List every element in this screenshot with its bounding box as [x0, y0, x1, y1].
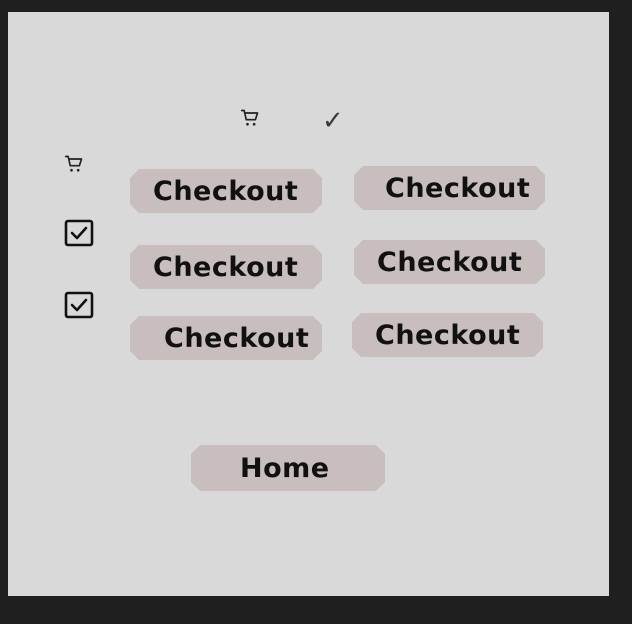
cart-icon[interactable] — [64, 154, 84, 174]
main-panel: ✓ Checkout Checkout Checkout Checkout Ch… — [8, 12, 609, 596]
checkout-label: Checkout — [153, 251, 299, 283]
checkout-button[interactable]: Checkout — [130, 245, 322, 289]
check-icon[interactable]: ✓ — [322, 108, 344, 134]
checkout-button[interactable]: Checkout — [130, 316, 322, 360]
checkout-button[interactable]: Checkout — [352, 313, 543, 357]
cart-icon[interactable] — [240, 108, 260, 128]
checkout-label: Checkout — [164, 322, 310, 354]
home-button[interactable]: Home — [191, 445, 385, 491]
checkout-label: Checkout — [377, 246, 523, 278]
checkout-label: Checkout — [385, 172, 531, 204]
checkout-button[interactable]: Checkout — [354, 240, 545, 284]
home-label: Home — [240, 452, 330, 484]
checked-box-icon[interactable] — [64, 219, 94, 247]
checkout-button[interactable]: Checkout — [130, 169, 322, 213]
checkout-button[interactable]: Checkout — [354, 166, 545, 210]
checkout-label: Checkout — [153, 175, 299, 207]
checkout-label: Checkout — [375, 319, 521, 351]
checked-box-icon[interactable] — [64, 291, 94, 319]
